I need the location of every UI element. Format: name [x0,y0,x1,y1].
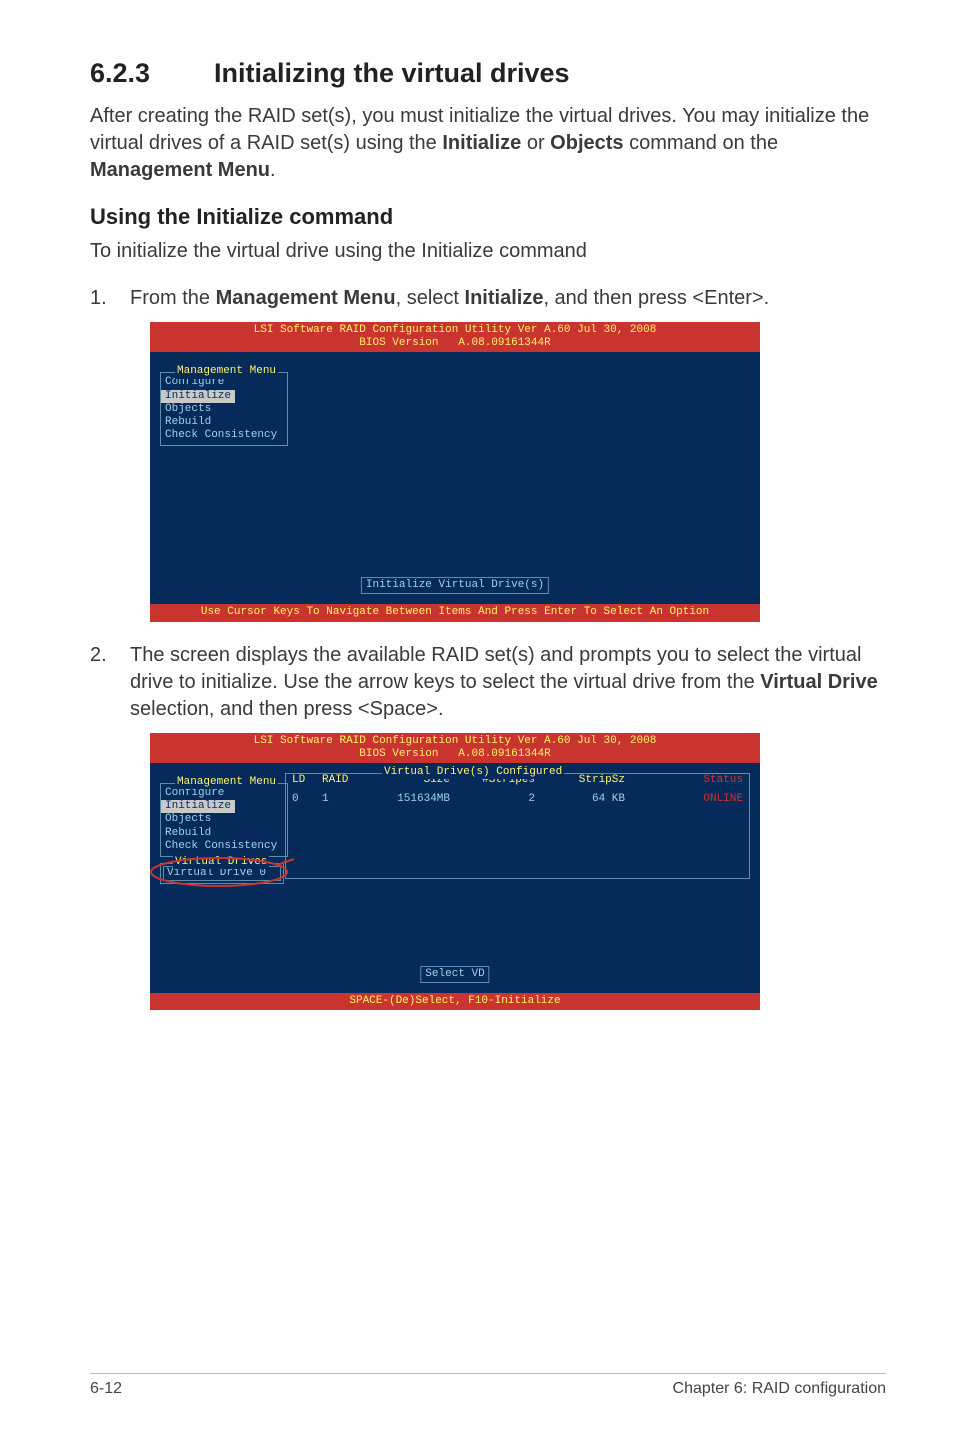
section-heading: 6.2.3Initializing the virtual drives [90,58,886,89]
management-menu-box: Management Menu Configure Initialize Obj… [160,783,288,857]
management-menu-title: Management Menu [175,365,278,378]
bios-body: Management Menu Configure Initialize Obj… [150,763,760,993]
management-menu-title: Management Menu [175,776,278,789]
step-text: The screen displays the available RAID s… [130,642,886,723]
step-2: 2. The screen displays the available RAI… [90,642,886,723]
menu-item-check: Check Consistency [161,840,287,853]
bios-body: Management Menu Configure Initialize Obj… [150,352,760,604]
vd-table-row: 0 1 151634MB 2 64 KB ONLINE [286,793,749,806]
section-title: Initializing the virtual drives [214,58,570,88]
step-number: 2. [90,642,130,723]
menu-item-initialize: Initialize [161,390,287,403]
virtual-drives-table: Virtual Drive(s) Configured LD RAID Size… [285,773,750,879]
menu-item-check: Check Consistency [161,429,287,442]
bios-screenshot-2: LSI Software RAID Configuration Utility … [150,733,760,1011]
chapter-label: Chapter 6: RAID configuration [673,1380,886,1398]
bios-titlebar: LSI Software RAID Configuration Utility … [150,733,760,763]
section-number: 6.2.3 [90,58,214,89]
bios-status-label: Select VD [420,966,489,983]
bios-screenshot-1: LSI Software RAID Configuration Utility … [150,322,760,622]
menu-item-objects: Objects [161,403,287,416]
menu-item-objects: Objects [161,813,287,826]
menu-item-rebuild: Rebuild [161,416,287,429]
vd-table-title: Virtual Drive(s) Configured [382,766,564,779]
page-number: 6-12 [90,1380,122,1398]
menu-item-rebuild: Rebuild [161,827,287,840]
bios-status-label: Initialize Virtual Drive(s) [361,577,549,594]
page-footer: 6-12 Chapter 6: RAID configuration [90,1373,886,1398]
bios-footer: Use Cursor Keys To Navigate Between Item… [150,604,760,621]
subsection-heading: Using the Initialize command [90,204,886,230]
bios-footer: SPACE-(De)Select, F10-Initialize [150,993,760,1010]
step-text: From the Management Menu, select Initial… [130,285,886,312]
step-1: 1. From the Management Menu, select Init… [90,285,886,312]
bios-titlebar: LSI Software RAID Configuration Utility … [150,322,760,352]
step-number: 1. [90,285,130,312]
subsection-lead: To initialize the virtual drive using th… [90,238,886,265]
menu-item-initialize: Initialize [161,800,287,813]
intro-paragraph: After creating the RAID set(s), you must… [90,103,886,184]
callout-oval-icon [149,855,297,889]
management-menu-box: Management Menu Configure Initialize Obj… [160,372,288,446]
